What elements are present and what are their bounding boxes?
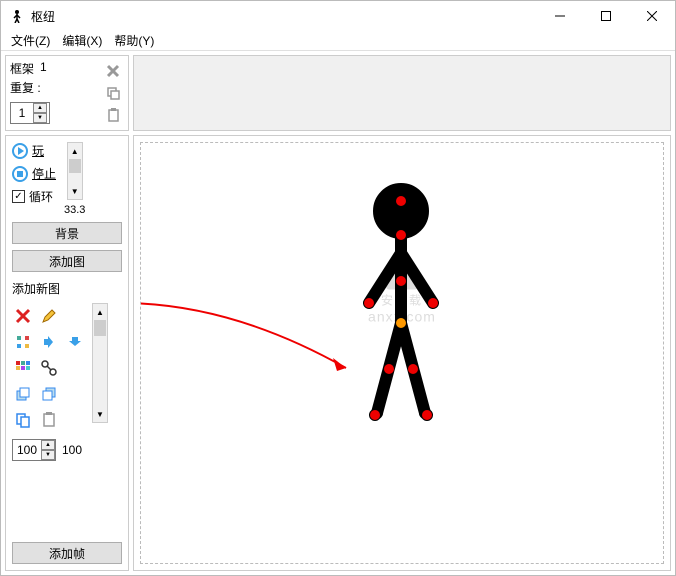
scale-slider[interactable]: ▲ ▼ (92, 303, 108, 423)
opacity-up[interactable]: ▲ (41, 440, 55, 450)
repeat-up[interactable]: ▲ (33, 103, 47, 113)
loop-check-icon: ✓ (12, 190, 25, 203)
annotation-arrow (140, 293, 371, 393)
color-tool-icon[interactable] (12, 357, 34, 379)
play-label: 玩 (32, 142, 44, 159)
stick-figure[interactable] (341, 183, 461, 443)
edit-tool-icon[interactable] (38, 305, 60, 327)
slider-down-icon[interactable]: ▼ (68, 183, 82, 199)
opacity-down[interactable]: ▼ (41, 450, 55, 460)
copy-tool-icon[interactable] (12, 409, 34, 431)
scale-down-icon[interactable]: ▼ (93, 406, 107, 422)
flip-tool-icon[interactable] (38, 331, 60, 353)
center-tool-icon[interactable] (12, 331, 34, 353)
paste-frame-icon[interactable] (104, 106, 122, 124)
slider-up-icon[interactable]: ▲ (68, 143, 82, 159)
copy-frame-icon[interactable] (104, 84, 122, 102)
timeline-panel[interactable] (133, 55, 671, 131)
join-tool-icon[interactable] (38, 357, 60, 379)
background-button[interactable]: 背景 (12, 222, 122, 244)
delete-frame-icon[interactable] (104, 62, 122, 80)
canvas-panel: 安下载 anxz.com (133, 135, 671, 571)
opacity-label: 100 (62, 443, 82, 457)
lower-tool-icon[interactable] (38, 383, 60, 405)
frame-label: 框架 (10, 60, 34, 77)
tool-palette (12, 303, 86, 433)
canvas[interactable]: 安下载 anxz.com (140, 142, 664, 564)
paste-tool-icon[interactable] (38, 409, 60, 431)
add-frame-button[interactable]: 添加帧 (12, 542, 122, 564)
fps-value: 33.3 (64, 204, 85, 216)
delete-tool-icon[interactable] (12, 305, 34, 327)
raise-tool-icon[interactable] (12, 383, 34, 405)
repeat-input[interactable]: ▲ ▼ (10, 102, 50, 124)
side-panel: 玩 停止 ✓ 循环 ▲ (5, 135, 129, 571)
repeat-down[interactable]: ▼ (33, 113, 47, 123)
minimize-button[interactable] (537, 1, 583, 31)
frame-number: 1 (40, 60, 47, 77)
stop-label: 停止 (32, 165, 56, 182)
menubar: 文件(Z) 编辑(X) 帮助(Y) (1, 31, 675, 51)
stop-button[interactable]: 停止 (12, 165, 56, 182)
scale-up-icon[interactable]: ▲ (93, 304, 107, 320)
play-button[interactable]: 玩 (12, 142, 56, 159)
frame-panel: 框架 1 重复 : ▲ ▼ (5, 55, 129, 131)
menu-help[interactable]: 帮助(Y) (108, 32, 160, 49)
fps-slider[interactable]: ▲ ▼ (67, 142, 83, 200)
titlebar: 枢纽 (1, 1, 675, 31)
app-icon (9, 8, 25, 24)
opacity-field[interactable] (13, 440, 41, 460)
loop-checkbox[interactable]: ✓ 循环 (12, 188, 56, 205)
add-figure-button[interactable]: 添加图 (12, 250, 122, 272)
loop-label: 循环 (29, 188, 53, 205)
add-new-figure-label: 添加新图 (12, 280, 122, 297)
flip-v-tool-icon[interactable] (64, 331, 86, 353)
window-title: 枢纽 (31, 8, 537, 25)
repeat-label: 重复 : (10, 79, 50, 96)
close-button[interactable] (629, 1, 675, 31)
menu-edit[interactable]: 编辑(X) (56, 32, 108, 49)
repeat-field[interactable] (11, 106, 33, 120)
maximize-button[interactable] (583, 1, 629, 31)
opacity-input[interactable]: ▲ ▼ (12, 439, 56, 461)
menu-file[interactable]: 文件(Z) (5, 32, 56, 49)
